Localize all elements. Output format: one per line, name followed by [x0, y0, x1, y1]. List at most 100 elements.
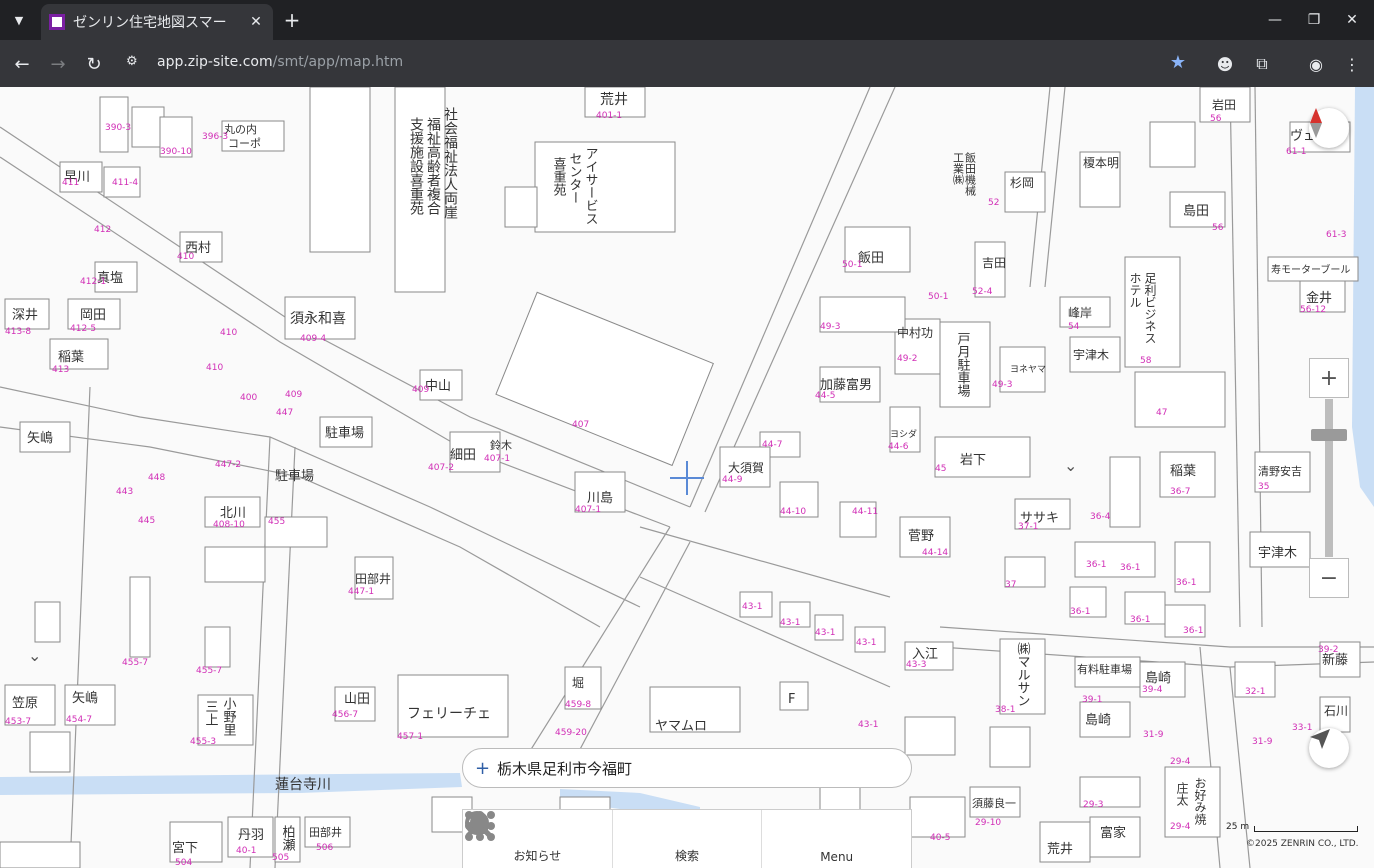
lot-number: 407 [572, 420, 589, 430]
lot-number: 412-5 [70, 324, 96, 334]
lot-number: 31-9 [1252, 737, 1273, 747]
map-label: 北川 [220, 506, 246, 521]
map-label: 稲葉 [58, 350, 84, 365]
north-compass-icon[interactable] [1309, 108, 1349, 148]
map-label: 須藤良一 [972, 796, 1016, 810]
map-label: 矢嶋 [27, 431, 53, 446]
lot-number: 36-1 [1120, 563, 1140, 573]
map-label: 宮下 [172, 840, 198, 856]
window-close-icon[interactable]: ✕ [1340, 8, 1364, 32]
map-label: 鈴木 [490, 438, 512, 452]
map-scale: 25 m [1226, 822, 1360, 836]
site-info-tune-icon[interactable]: ⚙ [126, 54, 146, 72]
lot-number: 455-7 [122, 658, 148, 668]
lot-number: 36-1 [1070, 607, 1090, 617]
zoom-in-button[interactable]: + [1309, 358, 1349, 398]
lot-number: 47 [1156, 408, 1167, 418]
lot-number: 400 [240, 393, 257, 403]
zoom-slider-thumb[interactable] [1311, 429, 1347, 441]
map-label: 丸の内 [224, 122, 257, 136]
lot-number: 455-3 [190, 737, 216, 747]
lot-number: 504 [175, 858, 192, 868]
map-vertical-label: 支援施設喜重苑 [408, 117, 424, 216]
lot-number: 44-10 [780, 507, 806, 517]
map-label: 石川 [1324, 704, 1348, 718]
zoom-out-button[interactable]: − [1309, 558, 1349, 598]
map-vertical-label: 柏瀬 [280, 825, 296, 851]
reload-icon[interactable]: ↻ [80, 50, 108, 78]
lot-number: 40-1 [236, 846, 256, 856]
lot-number: 36-1 [1130, 615, 1150, 625]
url-text[interactable]: app.zip-site.com/smt/app/map.htm [157, 54, 403, 70]
minimize-icon[interactable]: — [1263, 8, 1287, 32]
lot-number: 411-4 [112, 178, 138, 188]
browser-tab[interactable]: ゼンリン住宅地図スマー ✕ [41, 4, 273, 40]
search-button[interactable]: 検索 [465, 810, 763, 868]
map-label: 有料駐車場 [1077, 662, 1132, 676]
address-omnibox[interactable]: ⚙ app.zip-site.com/smt/app/map.htm ★ [116, 46, 1201, 80]
new-tab-plus-icon[interactable]: + [281, 8, 303, 32]
map-label: 荒井 [1047, 842, 1073, 857]
map-label: 清野安吉 [1258, 464, 1302, 478]
lot-number: 61-1 [1286, 147, 1306, 157]
map-label: 川島 [587, 491, 613, 506]
map-vertical-label: 戸月駐車場 [955, 332, 971, 397]
forward-arrow-icon[interactable]: → [44, 50, 72, 78]
map-label: 島崎 [1085, 713, 1111, 728]
lot-number: 413 [52, 365, 69, 375]
url-path: /smt/app/map.htm [272, 54, 404, 70]
extension-avatar-icon[interactable]: ☻ [1211, 50, 1239, 78]
map-label: 岡田 [80, 308, 106, 323]
back-arrow-icon[interactable]: ← [8, 50, 36, 78]
map-label: 寿モーターブール [1271, 263, 1350, 276]
map-vertical-label: センター [567, 152, 583, 204]
zoom-slider-track[interactable] [1325, 399, 1333, 557]
map-label: F [788, 692, 795, 707]
lot-number: 35 [1258, 482, 1269, 492]
lot-number: 457-1 [397, 732, 423, 742]
map-canvas[interactable]: 荒井 丸の内 コーポ 早川 西村 真塩 岡田 深井 稲葉 須永和喜 中山 矢嶋 … [0, 87, 1374, 868]
restore-icon[interactable]: ❐ [1302, 8, 1326, 32]
map-label: 山田 [344, 692, 370, 707]
map-label: 中村功 [897, 325, 933, 340]
lot-number: 410 [220, 328, 237, 338]
plus-icon[interactable]: + [475, 758, 491, 779]
map-label: 荒井 [600, 92, 628, 108]
menu-button[interactable]: Menu [465, 810, 911, 868]
lot-number: 37 [1005, 580, 1016, 590]
zenrin-favicon-icon [49, 14, 65, 30]
lot-number: 43-1 [858, 720, 878, 730]
lot-number: 56-12 [1300, 305, 1326, 315]
lot-number: 29-4 [1170, 822, 1191, 832]
grid-dots-icon [465, 811, 495, 841]
more-menu-icon[interactable]: ⋮ [1338, 50, 1366, 78]
lot-number: 401-1 [596, 111, 622, 121]
extensions-puzzle-icon[interactable]: ⧉ [1248, 50, 1276, 78]
lot-number: 447-2 [215, 460, 241, 470]
lot-number: 44-11 [852, 507, 878, 517]
address-bar[interactable]: + 栃木県足利市今福町 [462, 748, 912, 788]
map-label: 須永和喜 [290, 311, 346, 327]
map-chevron-icon: ⌄ [28, 646, 41, 665]
lot-number: 410 [206, 363, 223, 373]
current-location-icon[interactable] [1309, 728, 1349, 768]
bookmark-star-icon[interactable]: ★ [1166, 50, 1190, 74]
lot-number: 37-1 [1018, 522, 1038, 532]
tab-search-chevron-icon[interactable]: ▼ [6, 8, 32, 32]
lot-number: 50-1 [928, 292, 948, 302]
lot-number: 29-3 [1083, 800, 1103, 810]
lot-number: 49-2 [897, 354, 917, 364]
lot-number: 44-6 [888, 442, 909, 452]
lot-number: 29-10 [975, 818, 1001, 828]
lot-number: 396-3 [202, 132, 228, 142]
lot-number: 409-4 [300, 334, 326, 344]
tab-close-icon[interactable]: ✕ [247, 13, 265, 31]
map-label: 大須賀 [728, 461, 764, 475]
lot-number: 447 [276, 408, 293, 418]
lot-number: 31-9 [1143, 730, 1164, 740]
map-label: 田部井 [355, 571, 391, 586]
lot-number: 36-1 [1183, 626, 1203, 636]
lot-number: 43-3 [906, 660, 926, 670]
profile-icon[interactable]: ◉ [1302, 50, 1330, 78]
lot-number: 413-8 [5, 327, 31, 337]
